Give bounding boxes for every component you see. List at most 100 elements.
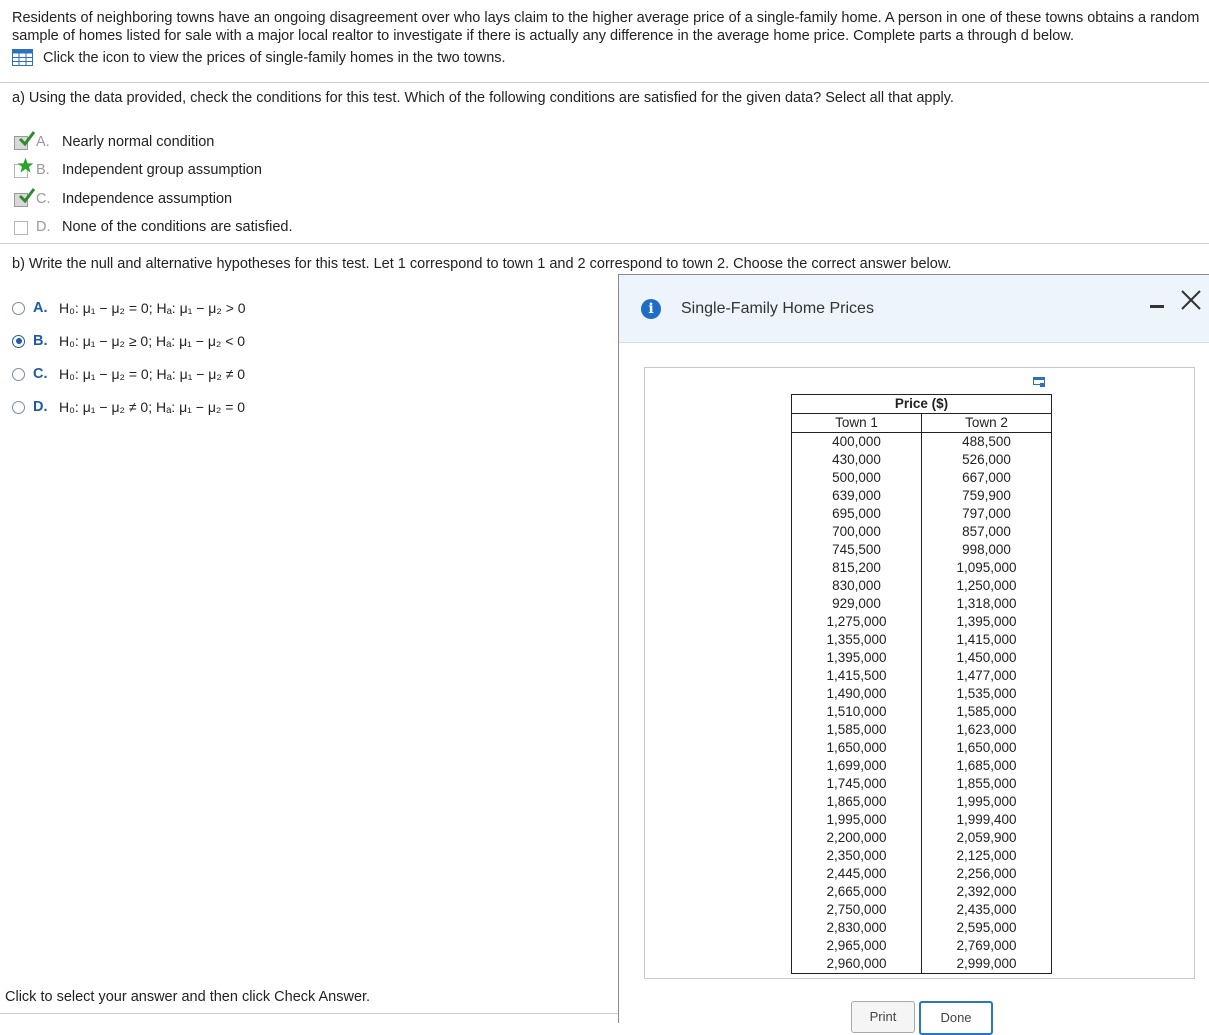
price-cell: 2,965,000 [826,938,887,953]
price-cell: 639,000 [832,488,881,503]
hypothesis-text: H₀: μ₁ − μ₂ ≠ 0; Hₐ: μ₁ − μ₂ = 0 [59,399,246,415]
price-cell: 1,510,000 [826,704,887,719]
option-letter: C. [33,366,48,382]
price-cell: 1,623,000 [956,722,1017,737]
price-cell: 2,769,000 [956,938,1017,953]
part-b-option-a[interactable]: A. H₀: μ₁ − μ₂ = 0; Hₐ: μ₁ − μ₂ > 0 [12,297,246,319]
info-icon: i [641,299,661,319]
part-a-option-c[interactable]: C. Independence assumption [12,188,232,210]
price-cell: 830,000 [832,578,881,593]
copy-icon[interactable] [1033,377,1045,387]
price-cell: 2,830,000 [826,920,887,935]
option-letter: A. [33,300,48,316]
price-cell: 1,275,000 [826,614,887,629]
price-cell: 500,000 [832,470,881,485]
star-icon [17,157,34,173]
price-cell: 2,059,900 [956,830,1017,845]
radio-button[interactable] [12,400,25,414]
price-cell: 2,350,000 [826,848,887,863]
option-text: Independence assumption [62,191,233,207]
option-letter: B. [33,333,48,349]
price-cell: 1,745,000 [826,776,887,791]
price-cell: 1,355,000 [826,632,887,647]
price-cell: 1,865,000 [826,794,887,809]
minimize-button[interactable] [1150,293,1164,319]
part-a-option-a[interactable]: A. Nearly normal condition [12,131,214,153]
price-cell: 1,699,000 [826,758,887,773]
table-header: Price ($) [791,394,1052,414]
option-letter: B. [36,162,50,178]
checkbox-unchecked[interactable] [12,157,34,180]
price-cell: 400,000 [832,434,881,449]
view-data-link[interactable]: Click the icon to view the prices of sin… [12,49,506,66]
option-text: Nearly normal condition [62,134,215,150]
close-icon[interactable] [1178,287,1204,313]
price-cell: 759,900 [962,488,1011,503]
price-cell: 1,415,500 [826,668,887,683]
data-table-panel: Price ($) Town 1 Town 2 400,000 430,000 50… [644,367,1195,979]
popup-header: i Single-Family Home Prices [619,275,1209,343]
print-button[interactable]: Print [851,1001,915,1033]
price-cell: 797,000 [962,506,1011,521]
price-cell: 1,995,000 [826,812,887,827]
part-a-option-d[interactable]: D. None of the conditions are satisfied. [12,216,293,238]
radio-button[interactable] [12,301,25,315]
price-cell: 2,999,000 [956,956,1017,971]
price-cell: 695,000 [832,506,881,521]
price-cell: 998,000 [962,542,1011,557]
price-cell: 1,318,000 [956,596,1017,611]
price-cell: 2,595,000 [956,920,1017,935]
checkbox-unchecked[interactable] [12,217,32,237]
view-data-text[interactable]: Click the icon to view the prices of sin… [43,50,506,66]
price-cell: 1,535,000 [956,686,1017,701]
price-cell: 2,960,000 [826,956,887,971]
divider [0,82,1209,83]
price-cell: 1,585,000 [956,704,1017,719]
table-icon[interactable] [12,49,33,66]
checkmark-icon [18,188,36,204]
data-popup-dialog: i Single-Family Home Prices Price ($) To… [618,274,1209,1035]
done-button[interactable]: Done [919,1001,993,1035]
part-b-option-d[interactable]: D. H₀: μ₁ − μ₂ ≠ 0; Hₐ: μ₁ − μ₂ = 0 [12,396,245,418]
price-cell: 1,995,000 [956,794,1017,809]
checkbox-checked[interactable] [12,131,36,152]
price-cell: 2,750,000 [826,902,887,917]
price-cell: 745,500 [832,542,881,557]
popup-title: Single-Family Home Prices [681,300,874,317]
checkbox-checked[interactable] [12,188,36,209]
price-cell: 2,445,000 [826,866,887,881]
price-table: Price ($) Town 1 Town 2 400,000 430,000 50… [791,394,1052,974]
divider [0,1013,618,1014]
price-cell: 2,665,000 [826,884,887,899]
price-cell: 1,095,000 [956,560,1017,575]
option-letter: D. [36,219,51,235]
part-a-question: a) Using the data provided, check the co… [12,90,954,106]
column-header-town2: Town 2 [921,413,1052,433]
radio-button-selected[interactable] [12,334,25,348]
problem-intro: Residents of neighboring towns have an o… [12,10,1200,44]
option-text: None of the conditions are satisfied. [62,219,293,235]
price-cell: 1,585,000 [826,722,887,737]
price-cell: 2,392,000 [956,884,1017,899]
price-cell: 430,000 [832,452,881,467]
town1-prices: 400,000 430,000 500,000 639,000 695,000 700,0… [791,432,922,974]
price-cell: 2,125,000 [956,848,1017,863]
price-cell: 1,685,000 [956,758,1017,773]
option-text: Independent group assumption [62,162,262,178]
price-cell: 1,650,000 [826,740,887,755]
radio-button[interactable] [12,367,25,381]
hypothesis-text: H₀: μ₁ − μ₂ ≥ 0; Hₐ: μ₁ − μ₂ < 0 [59,333,246,349]
option-letter: A. [36,134,50,150]
price-cell: 1,490,000 [826,686,887,701]
price-cell: 1,477,000 [956,668,1017,683]
town2-prices: 488,500 526,000 667,000 759,900 797,000 857,0… [921,432,1052,974]
price-cell: 667,000 [962,470,1011,485]
price-cell: 1,415,000 [956,632,1017,647]
price-cell: 1,395,000 [826,650,887,665]
part-a-option-b[interactable]: B. Independent group assumption [12,157,262,181]
price-cell: 857,000 [962,524,1011,539]
price-cell: 1,250,000 [956,578,1017,593]
part-b-option-c[interactable]: C. H₀: μ₁ − μ₂ = 0; Hₐ: μ₁ − μ₂ ≠ 0 [12,363,245,385]
part-b-option-b[interactable]: B. H₀: μ₁ − μ₂ ≥ 0; Hₐ: μ₁ − μ₂ < 0 [12,330,245,352]
option-letter: D. [33,399,48,415]
